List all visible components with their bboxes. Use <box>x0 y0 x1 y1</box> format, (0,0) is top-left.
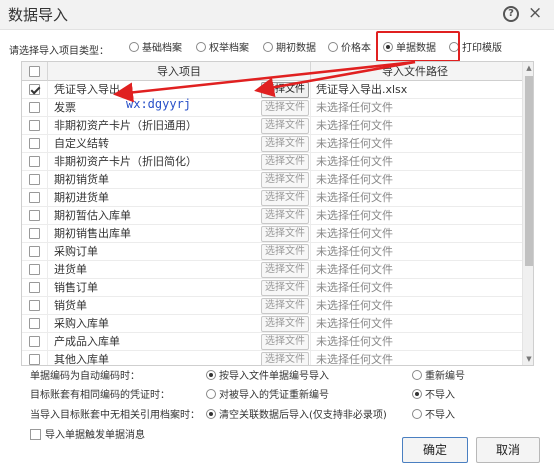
option-keep-number[interactable]: 按导入文件单据编号导入 <box>206 369 329 385</box>
option-skip-import[interactable]: 不导入 <box>412 388 455 404</box>
annotation-arrows <box>113 60 416 103</box>
radio-icon[interactable] <box>206 389 216 399</box>
option-auto-numbering: 单据编码为自动编码时： 按导入文件单据编号导入 重新编号 <box>30 369 550 385</box>
trigger-message-checkbox[interactable] <box>30 429 41 440</box>
option-clear-related[interactable]: 清空关联数据后导入(仅支持非必录项) <box>206 408 387 424</box>
option-missing-reference: 当导入目标账套中无相关引用档案时： 清空关联数据后导入(仅支持非必录项) 不导入 <box>30 408 550 424</box>
radio-selected-icon[interactable] <box>412 389 422 399</box>
trigger-message-option[interactable]: 导入单据触发单据消息 <box>30 428 145 444</box>
cancel-button[interactable]: 取消 <box>476 437 540 463</box>
option-duplicate-voucher: 目标账套有相同编码的凭证时： 对被导入的凭证重新编号 不导入 <box>30 388 550 404</box>
radio-selected-icon[interactable] <box>206 409 216 419</box>
option-skip-missing[interactable]: 不导入 <box>412 408 455 424</box>
radio-icon[interactable] <box>412 409 422 419</box>
confirm-button[interactable]: 确定 <box>402 437 468 463</box>
radio-selected-icon[interactable] <box>206 370 216 380</box>
radio-icon[interactable] <box>412 370 422 380</box>
option-renumber-imported[interactable]: 对被导入的凭证重新编号 <box>206 388 329 404</box>
option-renumber[interactable]: 重新编号 <box>412 369 465 385</box>
